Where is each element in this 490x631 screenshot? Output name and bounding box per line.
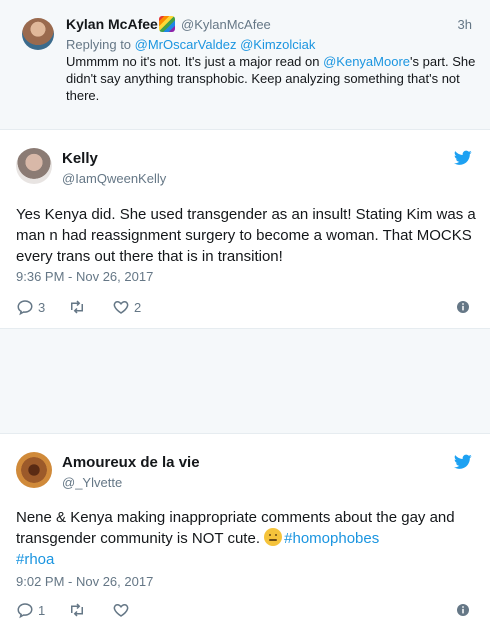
tweet-actions: 3 2 <box>16 297 474 317</box>
retweet-button[interactable] <box>68 297 90 317</box>
replying-prefix: Replying to <box>66 37 135 52</box>
replying-to: Replying to @MrOscarValdez @Kimzolciak <box>66 37 315 52</box>
tweet-text: Ummmm no it's not. It's just a major rea… <box>66 53 476 104</box>
author-name[interactable]: Kylan McAfee <box>66 16 158 32</box>
heart-icon <box>113 300 129 314</box>
tweet-text: Nene & Kenya making inappropriate commen… <box>16 507 476 570</box>
avatar[interactable] <box>22 18 54 50</box>
reply-button[interactable]: 1 <box>16 600 45 620</box>
hashtag-link[interactable]: #homophobes <box>284 530 379 547</box>
like-button[interactable]: 2 <box>112 297 141 317</box>
info-icon <box>457 301 469 313</box>
tweet-text-part: Ummmm no it's not. It's just a major rea… <box>66 54 324 69</box>
mention-link[interactable]: @KenyaMoore <box>323 54 410 69</box>
heart-icon <box>113 603 129 617</box>
timestamp[interactable]: 9:36 PM - Nov 26, 2017 <box>16 269 153 284</box>
like-button[interactable] <box>112 600 134 620</box>
timestamp[interactable]: 9:02 PM - Nov 26, 2017 <box>16 574 153 589</box>
tweet-actions: 1 <box>16 600 474 620</box>
reply-count: 3 <box>38 299 46 315</box>
info-button[interactable] <box>454 600 472 620</box>
info-button[interactable] <box>454 297 472 317</box>
embedded-tweet[interactable]: Kelly @IamQweenKelly Yes Kenya did. She … <box>0 130 490 329</box>
info-icon <box>457 604 469 616</box>
avatar[interactable] <box>16 148 52 184</box>
twitter-bird-icon[interactable] <box>454 150 472 166</box>
reply-icon <box>17 603 33 619</box>
timestamp[interactable]: 3h <box>458 17 472 32</box>
reply-count: 1 <box>38 602 46 618</box>
mention-link[interactable]: @Kimzolciak <box>240 37 315 52</box>
twitter-bird-icon[interactable] <box>454 454 472 470</box>
author-handle[interactable]: @KylanMcAfee <box>181 17 271 32</box>
thinking-face-emoji <box>264 528 283 546</box>
rainbow-flag-icon <box>159 16 175 32</box>
author-name[interactable]: Amoureux de la vie <box>62 454 200 471</box>
reply-tweet[interactable]: Kylan McAfee @KylanMcAfee 3h Replying to… <box>0 0 490 130</box>
embedded-tweet[interactable]: Amoureux de la vie @_Ylvette Nene & Keny… <box>0 434 490 631</box>
spacer <box>0 329 490 434</box>
retweet-button[interactable] <box>68 600 90 620</box>
like-count: 2 <box>134 299 142 315</box>
reply-button[interactable]: 3 <box>16 297 45 317</box>
author-handle[interactable]: @IamQweenKelly <box>62 171 166 186</box>
avatar[interactable] <box>16 452 52 488</box>
author-name[interactable]: Kelly <box>62 150 98 167</box>
author-handle[interactable]: @_Ylvette <box>62 475 122 490</box>
reply-icon <box>17 300 33 316</box>
tweet-text-part: Nene & Kenya making inappropriate commen… <box>16 509 455 547</box>
tweet-text: Yes Kenya did. She used transgender as a… <box>16 206 476 265</box>
mention-link[interactable]: @MrOscarValdez <box>135 37 237 52</box>
retweet-icon <box>71 300 83 314</box>
hashtag-link[interactable]: #rhoa <box>16 551 54 568</box>
retweet-icon <box>71 603 83 617</box>
